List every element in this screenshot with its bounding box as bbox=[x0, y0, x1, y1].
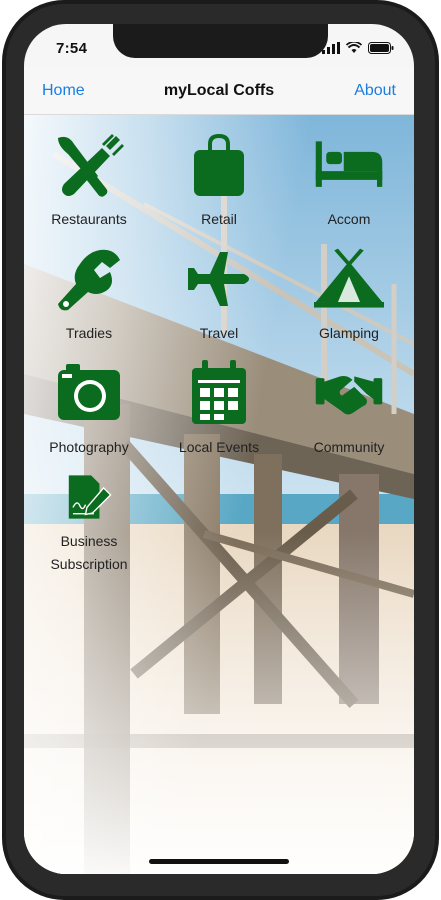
tile-local-events[interactable]: Local Events bbox=[154, 352, 284, 462]
status-icons bbox=[322, 42, 394, 54]
tile-tradies[interactable]: Tradies bbox=[24, 238, 154, 348]
battery-icon bbox=[368, 42, 394, 54]
tile-community[interactable]: Community bbox=[284, 352, 414, 462]
camera-icon bbox=[58, 364, 120, 420]
tile-label: Travel bbox=[199, 325, 239, 341]
navigation-bar: Home myLocal Coffs About bbox=[24, 68, 414, 115]
tile-label: Restaurants bbox=[51, 211, 127, 227]
calendar-icon bbox=[192, 360, 246, 424]
screen: 7:54 Home myLocal Coffs About Restaurant… bbox=[24, 24, 414, 874]
tile-label: Glamping bbox=[319, 325, 379, 341]
tile-label: Photography bbox=[49, 439, 129, 455]
wrench-icon bbox=[58, 249, 120, 311]
notch bbox=[113, 24, 328, 58]
tile-retail[interactable]: Retail bbox=[154, 124, 284, 234]
tile-label: Local Events bbox=[178, 439, 260, 455]
home-indicator[interactable] bbox=[149, 859, 289, 864]
tent-icon bbox=[314, 248, 384, 308]
shopping-bag-icon bbox=[194, 134, 244, 196]
tile-photography[interactable]: Photography bbox=[24, 352, 154, 462]
tile-travel[interactable]: Travel bbox=[154, 238, 284, 348]
wifi-icon bbox=[346, 42, 362, 53]
status-time: 7:54 bbox=[56, 40, 88, 57]
tile-business-subscription[interactable]: Business Subscription bbox=[24, 466, 154, 576]
tile-restaurants[interactable]: Restaurants bbox=[24, 124, 154, 234]
tile-label: Business Subscription bbox=[50, 533, 128, 572]
tile-label: Community bbox=[313, 439, 385, 455]
tile-label: Tradies bbox=[65, 325, 113, 341]
airplane-icon bbox=[188, 252, 249, 306]
tile-accom[interactable]: Accom bbox=[284, 124, 414, 234]
fork-knife-icon bbox=[58, 134, 124, 197]
handshake-icon bbox=[315, 375, 383, 415]
tile-label: Accom bbox=[327, 211, 371, 227]
contract-sign-icon bbox=[68, 475, 112, 519]
bed-icon bbox=[315, 141, 383, 187]
tile-label: Retail bbox=[201, 211, 237, 227]
tile-glamping[interactable]: Glamping bbox=[284, 238, 414, 348]
about-button[interactable]: About bbox=[354, 82, 396, 100]
